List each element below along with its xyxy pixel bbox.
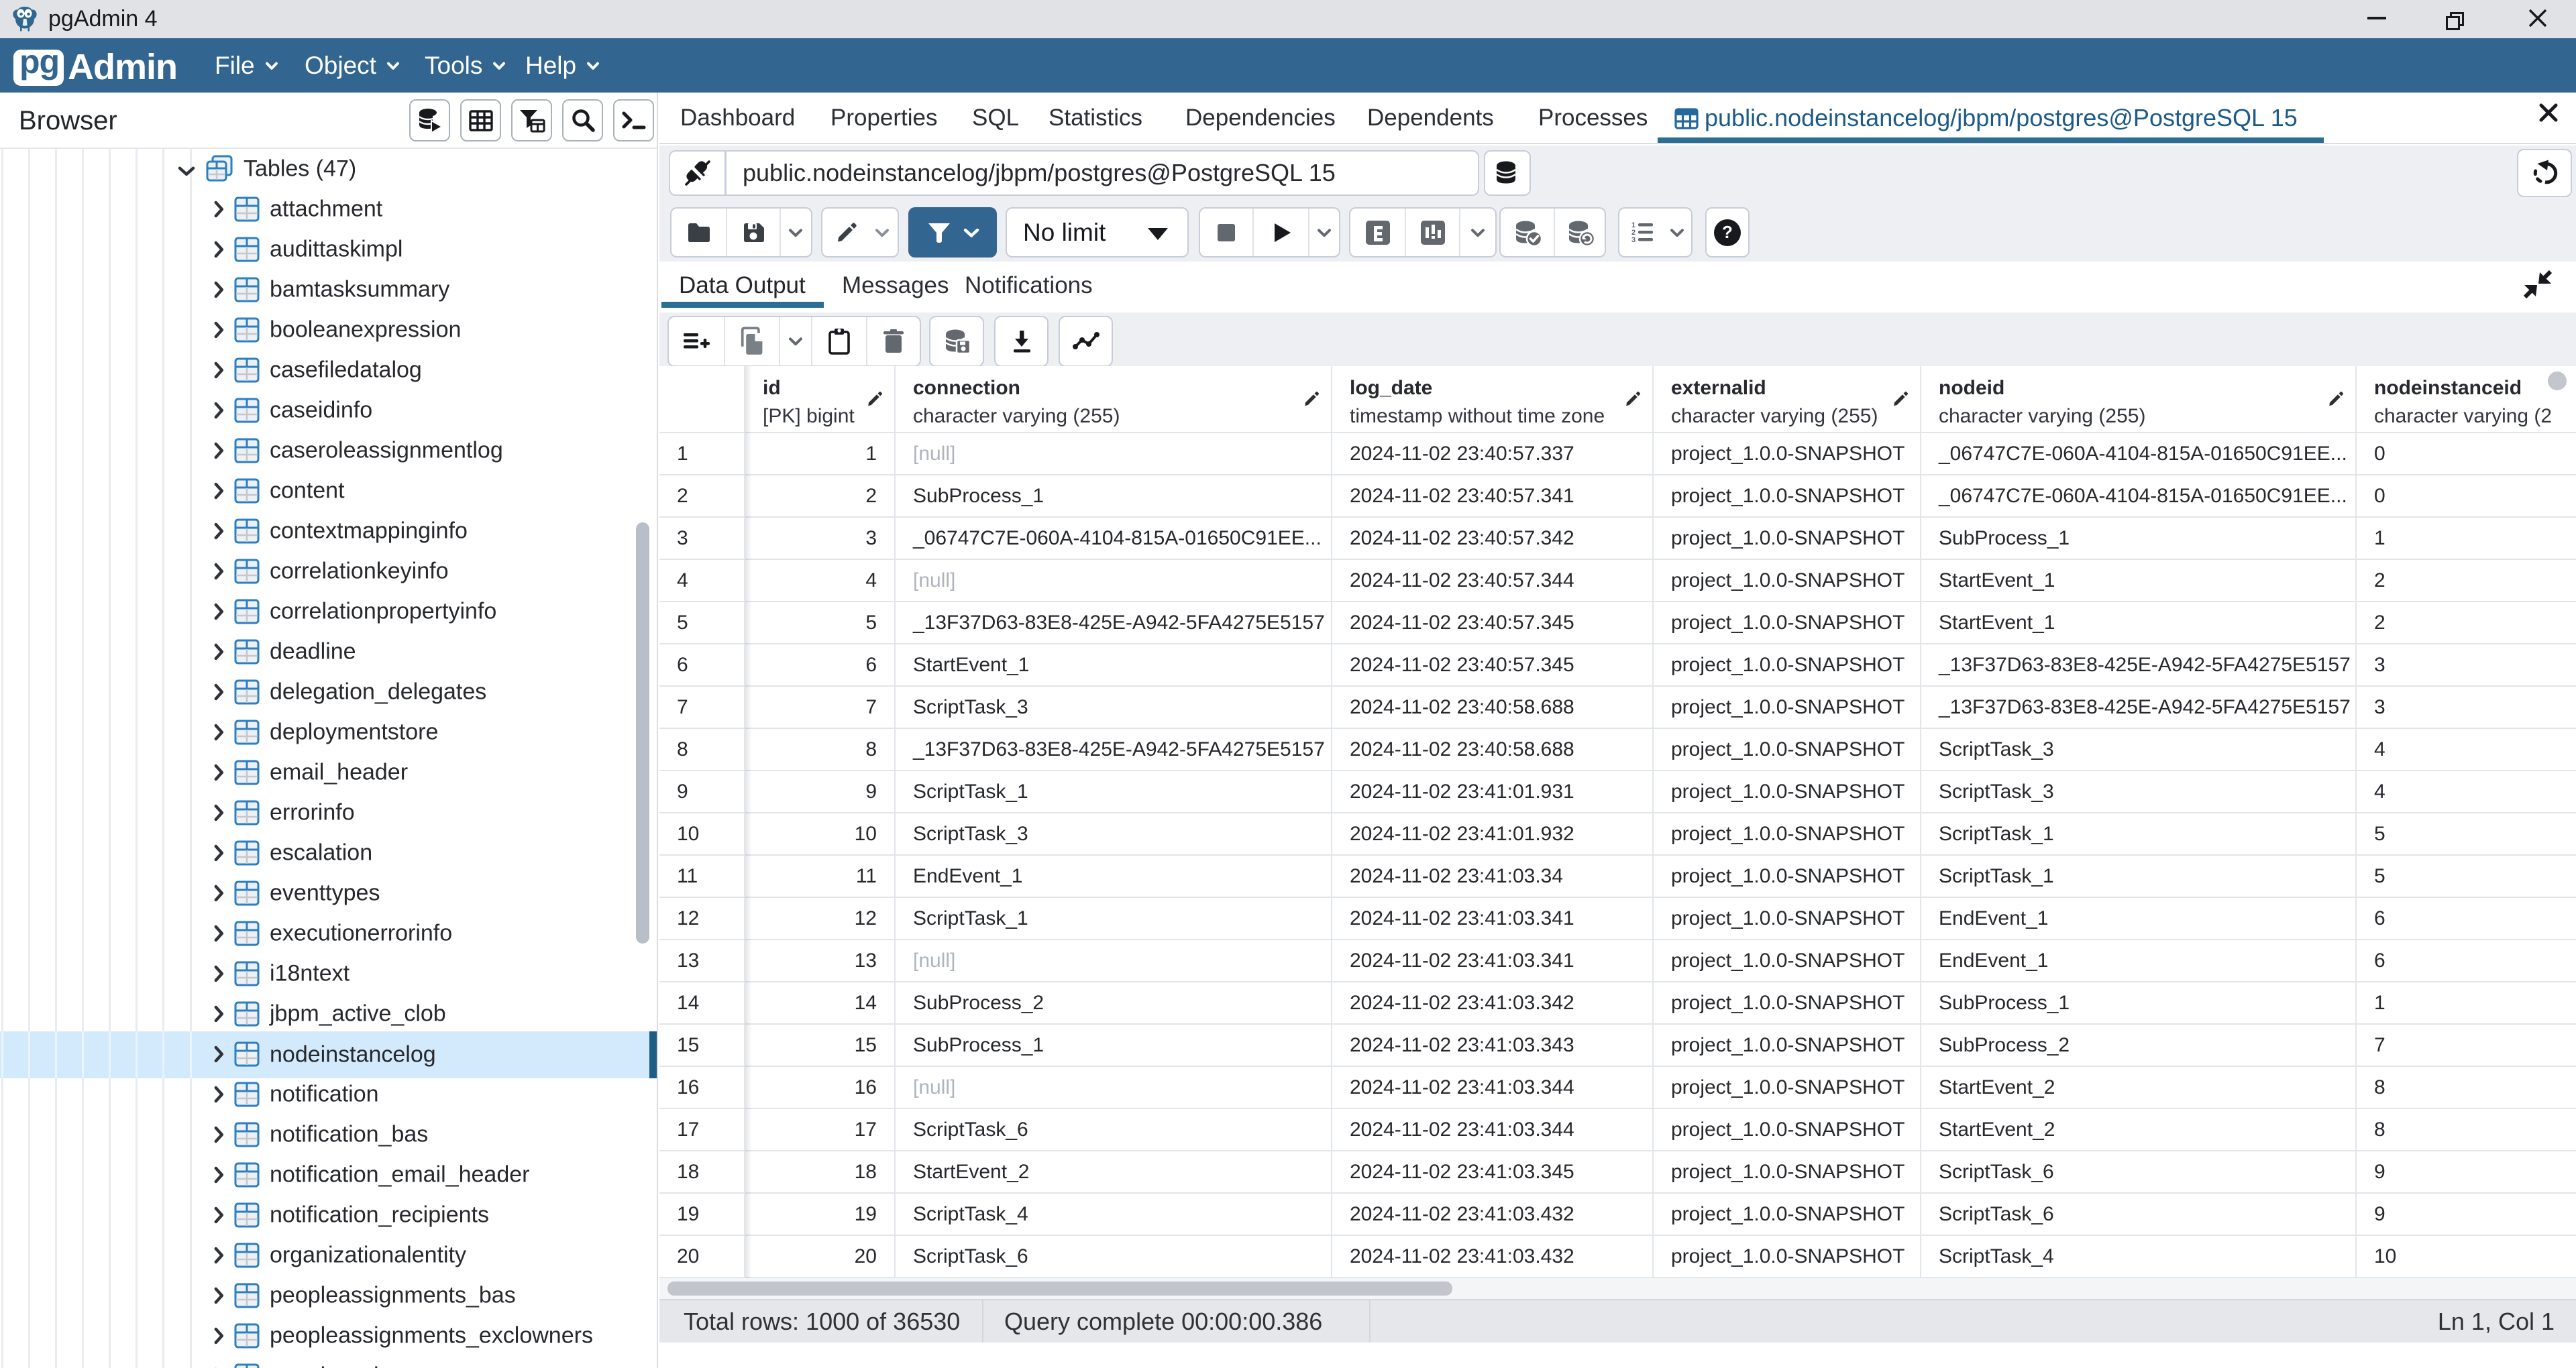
svg-text:?: ? [1722, 222, 1733, 242]
svg-text:3: 3 [1631, 236, 1635, 244]
